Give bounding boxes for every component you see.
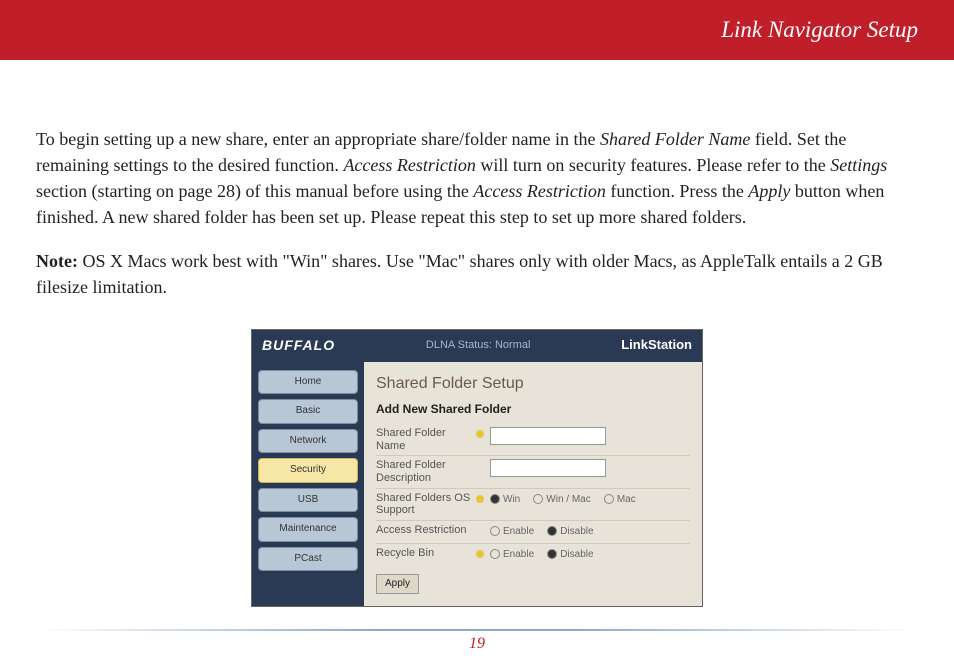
product-name: LinkStation (621, 336, 692, 355)
page-number: 19 (0, 635, 954, 653)
app-header: BUFFALO DLNA Status: Normal LinkStation (252, 330, 702, 362)
nav-security[interactable]: Security (258, 458, 358, 483)
shared-folder-name-input[interactable] (490, 427, 606, 445)
shared-folder-desc-input[interactable] (490, 459, 606, 477)
label-recycle-bin: Recycle Bin (376, 547, 476, 560)
radio-rb-disable[interactable]: Disable (547, 548, 593, 563)
paragraph-1: To begin setting up a new share, enter a… (36, 126, 918, 230)
nav-maintenance[interactable]: Maintenance (258, 517, 358, 542)
required-dot-icon (476, 495, 484, 503)
brand-logo: BUFFALO (262, 335, 335, 355)
radio-mac[interactable]: Mac (604, 493, 636, 508)
embedded-screenshot: BUFFALO DLNA Status: Normal LinkStation … (36, 329, 918, 608)
note-label: Note: (36, 251, 78, 271)
nav-usb[interactable]: USB (258, 488, 358, 513)
required-dot-icon (476, 550, 484, 558)
label-os-support: Shared Folders OS Support (376, 492, 476, 517)
apply-button[interactable]: Apply (376, 574, 419, 595)
label-shared-folder-name: Shared Folder Name (376, 427, 476, 452)
radio-ar-disable[interactable]: Disable (547, 525, 593, 540)
footer-divider (36, 629, 918, 631)
panel-subtitle: Add New Shared Folder (376, 401, 690, 418)
nav-basic[interactable]: Basic (258, 399, 358, 424)
radio-win[interactable]: Win (490, 493, 520, 508)
nav-pcast[interactable]: PCast (258, 547, 358, 572)
label-access-restriction: Access Restriction (376, 524, 476, 537)
radio-winmac[interactable]: Win / Mac (533, 493, 590, 508)
dlna-status: DLNA Status: Normal (426, 338, 531, 354)
required-dot-icon (476, 430, 484, 438)
radio-ar-enable[interactable]: Enable (490, 525, 534, 540)
body-text: To begin setting up a new share, enter a… (0, 60, 954, 607)
label-shared-folder-desc: Shared Folder Description (376, 459, 476, 484)
sidebar-nav: Home Basic Network Security USB Maintena… (252, 362, 364, 607)
main-panel: Shared Folder Setup Add New Shared Folde… (364, 362, 702, 607)
page-title: Link Navigator Setup (721, 17, 918, 43)
radio-rb-enable[interactable]: Enable (490, 548, 534, 563)
page-header-banner: Link Navigator Setup (0, 0, 954, 60)
paragraph-note: Note: OS X Macs work best with "Win" sha… (36, 248, 918, 300)
panel-title: Shared Folder Setup (376, 372, 690, 395)
nav-network[interactable]: Network (258, 429, 358, 454)
nav-home[interactable]: Home (258, 370, 358, 395)
